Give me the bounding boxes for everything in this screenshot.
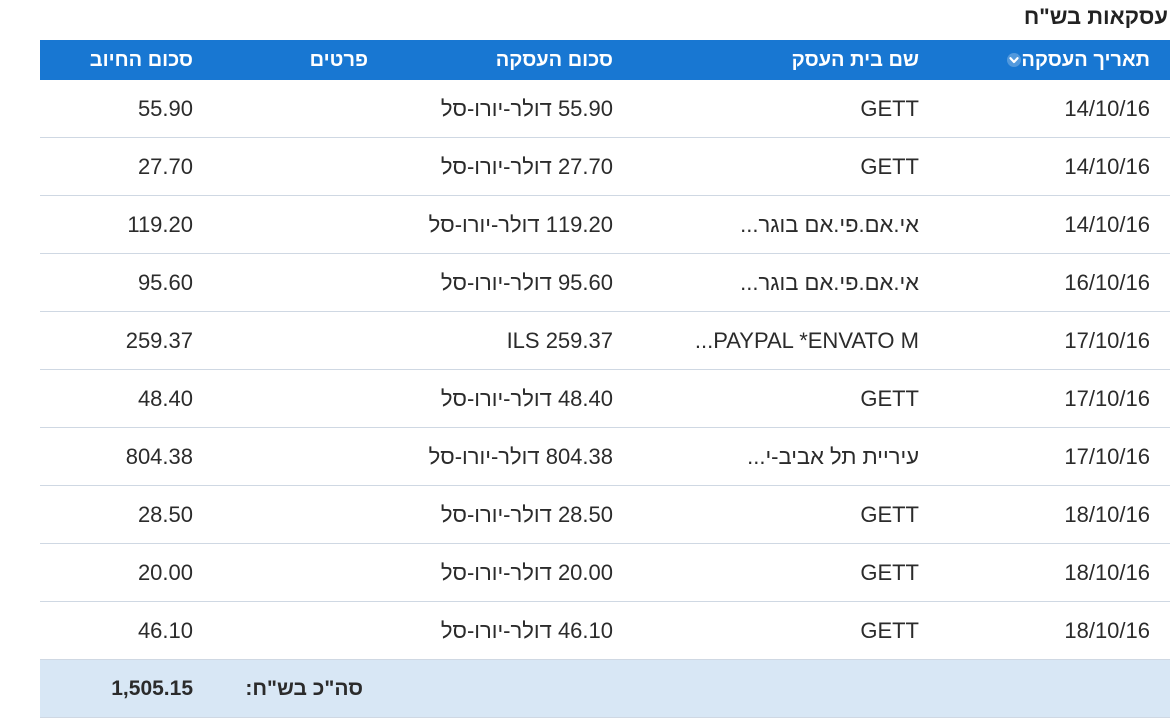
total-value: 1,505.15 (111, 676, 193, 700)
cell-merchant: עיריית תל אביב-י... (747, 443, 919, 469)
column-header-date-label: תאריך העסקה (1021, 48, 1150, 71)
cell-charge: 95.60 (137, 269, 193, 295)
column-header-date[interactable]: תאריך העסקה (1001, 40, 1150, 80)
cell-merchant: GETT (860, 95, 919, 121)
cell-charge: 259.37 (125, 327, 193, 353)
column-header-details[interactable]: פרטים (310, 40, 368, 80)
table-body: 14/10/16 GETT 55.90 דולר-יורו-סל 55.90 14/10… (40, 80, 1170, 660)
table-row[interactable]: 18/10/16 GETT 28.50 דולר-יורו-סל 28.50 (40, 486, 1170, 544)
cell-amount: ILS 259.37 (506, 327, 613, 353)
cell-amount: 119.20 דולר-יורו-סל (428, 211, 613, 237)
cell-amount: 55.90 דולר-יורו-סל (440, 95, 613, 121)
table-footer: סה"כ בש"ח: 1,505.15 (40, 660, 1170, 718)
cell-charge: 119.20 (127, 211, 193, 237)
section-title: עסקאות בש"ח (1023, 4, 1168, 29)
table-row[interactable]: 14/10/16 אי.אם.פי.אם בוגר... 119.20 דולר-י… (40, 196, 1170, 254)
cell-merchant: GETT (860, 385, 919, 411)
table-row[interactable]: 17/10/16 עיריית תל אביב-י... 804.38 דולר-י… (40, 428, 1170, 486)
cell-date: 14/10/16 (1064, 153, 1150, 179)
table-row[interactable]: 18/10/16 GETT 46.10 דולר-יורו-סל 46.10 (40, 602, 1170, 660)
cell-merchant: GETT (860, 501, 919, 527)
cell-merchant: GETT (860, 153, 919, 179)
cell-charge: 46.10 (137, 617, 193, 643)
table-row[interactable]: 18/10/16 GETT 20.00 דולר-יורו-סל 20.00 (40, 544, 1170, 602)
column-header-charge[interactable]: סכום החיוב (90, 40, 193, 80)
cell-charge: 27.70 (137, 153, 193, 179)
cell-date: 18/10/16 (1064, 559, 1150, 585)
column-header-merchant[interactable]: שם בית העסק (792, 40, 919, 80)
cell-merchant: GETT (860, 617, 919, 643)
table-row[interactable]: 14/10/16 GETT 55.90 דולר-יורו-סל 55.90 (40, 80, 1170, 138)
cell-amount: 95.60 דולר-יורו-סל (440, 269, 613, 295)
cell-amount: 27.70 דולר-יורו-סל (440, 153, 613, 179)
cell-charge: 28.50 (137, 501, 193, 527)
total-label: סה"כ בש"ח: (245, 676, 363, 700)
cell-merchant: אי.אם.פי.אם בוגר... (740, 211, 919, 237)
cell-charge: 55.90 (137, 95, 193, 121)
cell-charge: 804.38 (125, 443, 193, 469)
cell-amount: 20.00 דולר-יורו-סל (440, 559, 613, 585)
cell-date: 14/10/16 (1064, 211, 1150, 237)
cell-amount: 48.40 דולר-יורו-סל (440, 385, 613, 411)
table-row[interactable]: 17/10/16 GETT 48.40 דולר-יורו-סל 48.40 (40, 370, 1170, 428)
table-header: תאריך העסקה שם בית העסק סכום העסקה פרטים… (40, 40, 1170, 80)
cell-charge: 20.00 (137, 559, 193, 585)
column-header-amount[interactable]: סכום העסקה (496, 40, 613, 80)
cell-charge: 48.40 (137, 385, 193, 411)
cell-merchant: GETT (860, 559, 919, 585)
cell-date: 18/10/16 (1064, 501, 1150, 527)
cell-amount: 28.50 דולר-יורו-סל (440, 501, 613, 527)
cell-date: 14/10/16 (1064, 95, 1150, 121)
table-row[interactable]: 14/10/16 GETT 27.70 דולר-יורו-סל 27.70 (40, 138, 1170, 196)
table-row[interactable]: 17/10/16 PAYPAL *ENVATO M... ILS 259.37 259… (40, 312, 1170, 370)
cell-date: 18/10/16 (1064, 617, 1150, 643)
cell-date: 17/10/16 (1064, 385, 1150, 411)
cell-merchant: PAYPAL *ENVATO M... (694, 327, 919, 353)
cell-amount: 804.38 דולר-יורו-סל (428, 443, 613, 469)
transactions-table: תאריך העסקה שם בית העסק סכום העסקה פרטים… (40, 40, 1170, 718)
cell-amount: 46.10 דולר-יורו-סל (440, 617, 613, 643)
cell-date: 17/10/16 (1064, 443, 1150, 469)
cell-date: 16/10/16 (1064, 269, 1150, 295)
table-row[interactable]: 16/10/16 אי.אם.פי.אם בוגר... 95.60 דולר-יו… (40, 254, 1170, 312)
cell-merchant: אי.אם.פי.אם בוגר... (740, 269, 919, 295)
chevron-down-icon[interactable] (1007, 53, 1022, 67)
cell-date: 17/10/16 (1064, 327, 1150, 353)
